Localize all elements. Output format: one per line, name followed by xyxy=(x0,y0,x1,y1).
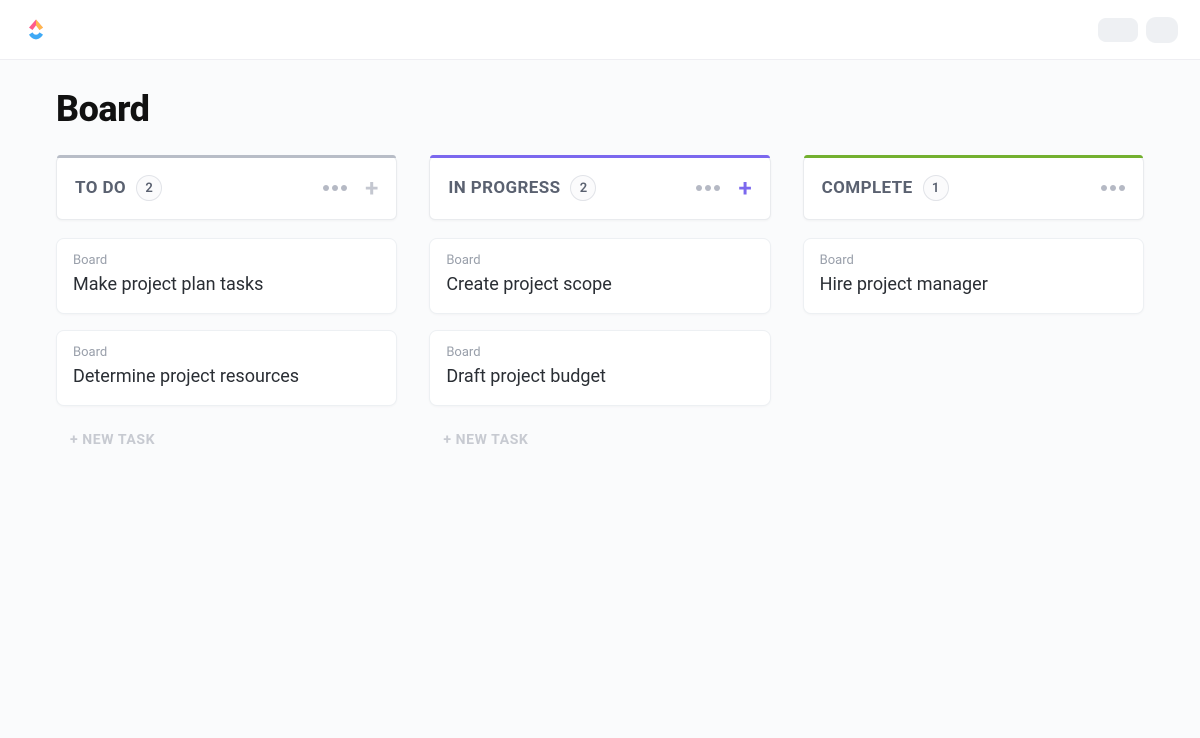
column-header: COMPLETE 1 xyxy=(803,156,1144,220)
column-header-left: IN PROGRESS 2 xyxy=(448,175,596,201)
kanban-board: TO DO2+BoardMake project plan tasksBoard… xyxy=(56,156,1144,458)
topbar-button-2[interactable] xyxy=(1146,17,1178,43)
column-actions xyxy=(1101,185,1125,191)
task-card[interactable]: Board Hire project manager xyxy=(803,238,1144,314)
kanban-column: COMPLETE 1 Board Hire project manager xyxy=(803,156,1144,458)
card-title: Determine project resources xyxy=(73,366,380,387)
column-header-left: COMPLETE 1 xyxy=(822,175,949,201)
new-task-button[interactable]: + NEW TASK xyxy=(56,422,397,458)
column-title: COMPLETE xyxy=(822,178,913,198)
card-tag: Board xyxy=(446,345,753,360)
task-card[interactable]: Board Create project scope xyxy=(429,238,770,314)
task-card[interactable]: Board Draft project budget xyxy=(429,330,770,406)
topbar-button-1[interactable] xyxy=(1098,18,1138,42)
column-title: IN PROGRESS xyxy=(448,178,560,198)
column-title: TO DO xyxy=(75,178,126,198)
card-title: Create project scope xyxy=(446,274,753,295)
card-tag: Board xyxy=(820,253,1127,268)
card-title: Hire project manager xyxy=(820,274,1127,295)
card-tag: Board xyxy=(446,253,753,268)
more-options-icon[interactable] xyxy=(1101,185,1125,191)
add-task-icon[interactable]: + xyxy=(365,176,378,200)
add-task-icon[interactable]: + xyxy=(738,176,751,200)
top-navbar xyxy=(0,0,1200,60)
task-card[interactable]: Board Determine project resources xyxy=(56,330,397,406)
app-logo[interactable] xyxy=(22,16,50,44)
topbar-right-controls xyxy=(1098,17,1178,43)
kanban-column: TO DO2+BoardMake project plan tasksBoard… xyxy=(56,156,397,458)
column-header: IN PROGRESS 2 + xyxy=(429,156,770,220)
column-header-left: TO DO 2 xyxy=(75,175,162,201)
column-header: TO DO 2 + xyxy=(56,156,397,220)
new-task-button[interactable]: + NEW TASK xyxy=(429,422,770,458)
column-count-badge: 2 xyxy=(570,175,596,201)
column-accent-bar xyxy=(430,155,769,158)
column-accent-bar xyxy=(804,155,1143,158)
column-accent-bar xyxy=(57,155,396,158)
column-actions: + xyxy=(696,176,751,200)
kanban-column: IN PROGRESS2+BoardCreate project scopeBo… xyxy=(429,156,770,458)
card-title: Make project plan tasks xyxy=(73,274,380,295)
page-content: Board TO DO 2 + Board Make project plan task… xyxy=(0,60,1200,738)
more-options-icon[interactable] xyxy=(323,185,347,191)
card-tag: Board xyxy=(73,253,380,268)
column-actions: + xyxy=(323,176,378,200)
card-tag: Board xyxy=(73,345,380,360)
task-card[interactable]: Board Make project plan tasks xyxy=(56,238,397,314)
clickup-logo-icon xyxy=(22,16,50,44)
more-options-icon[interactable] xyxy=(696,185,720,191)
column-count-badge: 2 xyxy=(136,175,162,201)
page-title: Board xyxy=(56,88,1144,130)
card-title: Draft project budget xyxy=(446,366,753,387)
column-count-badge: 1 xyxy=(923,175,949,201)
